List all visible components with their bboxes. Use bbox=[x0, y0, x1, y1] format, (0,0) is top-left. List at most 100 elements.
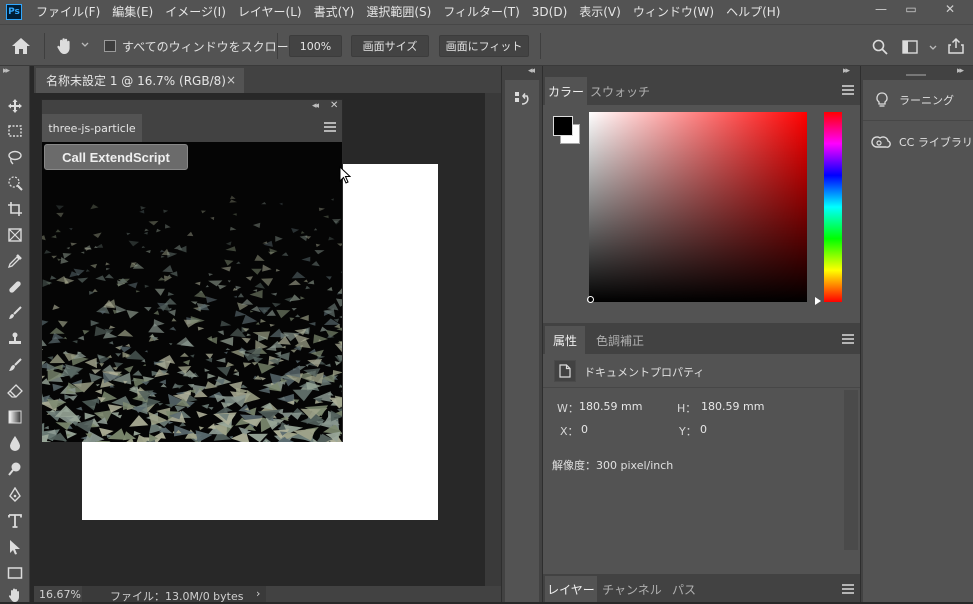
menu-type[interactable]: 書式(Y) bbox=[308, 0, 361, 24]
share-icon[interactable] bbox=[947, 37, 965, 55]
quick-select-tool-icon[interactable] bbox=[4, 172, 26, 194]
fill-screen-button[interactable]: 画面にフィット bbox=[439, 35, 529, 57]
particle bbox=[337, 288, 342, 294]
eyedropper-tool-icon[interactable] bbox=[4, 250, 26, 272]
foreground-color-swatch[interactable] bbox=[553, 116, 573, 136]
stamp-tool-icon[interactable] bbox=[4, 328, 26, 350]
particle bbox=[194, 290, 207, 298]
particle bbox=[114, 362, 124, 368]
scroll-all-checkbox[interactable] bbox=[104, 40, 116, 52]
document-tab[interactable]: 名称未設定 1 @ 16.7% (RGB/8) × bbox=[36, 68, 244, 93]
menu-file[interactable]: ファイル(F) bbox=[30, 0, 106, 24]
scroll-all-label: すべてのウィンドウをスクロール bbox=[122, 40, 301, 54]
marquee-tool-icon[interactable] bbox=[4, 120, 26, 142]
close-panel-icon[interactable]: ✕ bbox=[330, 100, 338, 111]
history-brush-tool-icon[interactable] bbox=[4, 354, 26, 376]
y-value[interactable]: 0 bbox=[700, 423, 707, 436]
menu-filter[interactable]: フィルター(T) bbox=[437, 0, 525, 24]
search-icon[interactable] bbox=[872, 39, 888, 55]
menu-window[interactable]: ウィンドウ(W) bbox=[627, 0, 720, 24]
tab-swatches[interactable]: スウォッチ bbox=[589, 77, 651, 105]
particle bbox=[290, 349, 298, 353]
particle bbox=[301, 256, 311, 262]
zoom-100-button[interactable]: 100% bbox=[289, 35, 342, 57]
menu-layer[interactable]: レイヤー(L) bbox=[232, 0, 308, 24]
menu-help[interactable]: ヘルプ(H) bbox=[720, 0, 786, 24]
fit-screen-button[interactable]: 画面サイズ bbox=[351, 35, 429, 57]
chevron-down-icon[interactable] bbox=[80, 40, 90, 50]
dodge-tool-icon[interactable] bbox=[4, 458, 26, 480]
minimize-button[interactable]: — bbox=[866, 0, 896, 18]
vertical-scrollbar[interactable] bbox=[485, 93, 501, 586]
close-tab-icon[interactable]: × bbox=[226, 73, 236, 87]
width-value[interactable]: 180.59 mm bbox=[579, 400, 642, 413]
tab-properties[interactable]: 属性 bbox=[545, 326, 585, 354]
collapse-dock-icon[interactable]: ◂◂ bbox=[528, 66, 535, 76]
menu-3d[interactable]: 3D(D) bbox=[526, 0, 573, 24]
properties-panel-menu-icon[interactable] bbox=[842, 334, 854, 344]
extension-panel-menu-icon[interactable] bbox=[324, 122, 336, 132]
color-panel-menu-icon[interactable] bbox=[842, 85, 854, 95]
menu-view[interactable]: 表示(V) bbox=[573, 0, 627, 24]
restore-button[interactable]: ▭ bbox=[896, 0, 926, 18]
collapse-tools-icon[interactable]: ▸▸ bbox=[3, 66, 10, 76]
particle-viewport[interactable]: Call ExtendScript bbox=[42, 142, 342, 442]
status-menu-arrow-icon[interactable]: › bbox=[256, 587, 260, 600]
learn-panel-button[interactable]: ラーニング bbox=[863, 82, 973, 118]
hue-slider-handle[interactable] bbox=[815, 297, 821, 305]
color-picker-handle[interactable] bbox=[587, 296, 594, 303]
tab-adjustments[interactable]: 色調補正 bbox=[587, 326, 653, 354]
crop-tool-icon[interactable] bbox=[4, 198, 26, 220]
blur-tool-icon[interactable] bbox=[4, 432, 26, 454]
eraser-tool-icon[interactable] bbox=[4, 380, 26, 402]
path-select-tool-icon[interactable] bbox=[4, 536, 26, 558]
workspace-icon[interactable] bbox=[902, 40, 918, 54]
hand-tool-icon[interactable] bbox=[55, 36, 75, 56]
call-extendscript-button[interactable]: Call ExtendScript bbox=[44, 144, 188, 170]
move-tool-icon[interactable] bbox=[4, 95, 26, 117]
healing-brush-tool-icon[interactable] bbox=[4, 276, 26, 298]
type-tool-icon[interactable] bbox=[4, 510, 26, 532]
particle bbox=[176, 337, 194, 347]
x-label: X： bbox=[560, 425, 579, 438]
tab-paths[interactable]: パス bbox=[667, 576, 701, 602]
tab-layers[interactable]: レイヤー bbox=[545, 576, 597, 602]
rectangle-tool-icon[interactable] bbox=[4, 562, 26, 584]
height-value[interactable]: 180.59 mm bbox=[701, 400, 764, 413]
collapse-panel-icon[interactable]: ◂◂ bbox=[312, 101, 319, 111]
particle bbox=[252, 222, 261, 228]
gradient-tool-icon[interactable] bbox=[4, 406, 26, 428]
menu-select[interactable]: 選択範囲(S) bbox=[360, 0, 437, 24]
status-zoom[interactable]: 16.67% bbox=[39, 588, 81, 601]
lasso-tool-icon[interactable] bbox=[4, 146, 26, 168]
menu-image[interactable]: イメージ(I) bbox=[159, 0, 232, 24]
workspace-chevron-icon[interactable] bbox=[928, 42, 938, 52]
properties-scrollbar[interactable] bbox=[844, 390, 858, 550]
menu-edit[interactable]: 編集(E) bbox=[106, 0, 159, 24]
collapse-far-dock-icon[interactable]: ▸▸ bbox=[957, 66, 964, 76]
particle bbox=[225, 246, 237, 252]
color-field[interactable] bbox=[589, 112, 807, 302]
particle bbox=[205, 296, 218, 303]
particle bbox=[313, 334, 328, 344]
frame-tool-icon[interactable] bbox=[4, 224, 26, 246]
tab-channels[interactable]: チャンネル bbox=[601, 576, 663, 602]
particle bbox=[160, 255, 165, 258]
home-icon[interactable] bbox=[11, 37, 31, 55]
particle bbox=[291, 228, 300, 233]
hand-tool-bottom-icon[interactable] bbox=[4, 588, 26, 602]
tab-three-js-particle[interactable]: three-js-particle bbox=[42, 114, 142, 142]
collapse-right-panels-icon[interactable]: ▸▸ bbox=[843, 66, 850, 76]
particle bbox=[233, 368, 239, 372]
particle bbox=[245, 276, 253, 281]
extension-panel-header[interactable]: ◂◂ ✕ bbox=[42, 100, 342, 114]
history-panel-icon[interactable] bbox=[514, 90, 532, 108]
layers-panel-menu-icon[interactable] bbox=[842, 584, 854, 594]
cc-libraries-button[interactable]: CC ライブラリ bbox=[863, 124, 973, 160]
brush-tool-icon[interactable] bbox=[4, 302, 26, 324]
tab-color[interactable]: カラー bbox=[545, 77, 587, 105]
pen-tool-icon[interactable] bbox=[4, 484, 26, 506]
x-value[interactable]: 0 bbox=[581, 423, 588, 436]
hue-slider[interactable] bbox=[824, 112, 842, 302]
close-window-button[interactable]: ✕ bbox=[930, 0, 970, 18]
